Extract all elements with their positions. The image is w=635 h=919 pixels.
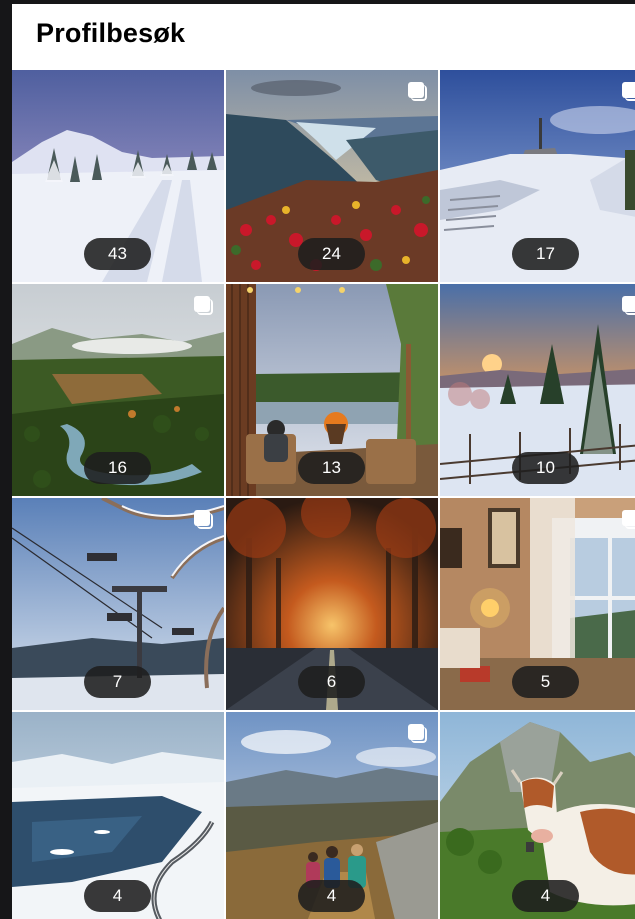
multiple-photos-icon xyxy=(622,510,635,530)
multiple-photos-icon xyxy=(194,296,214,316)
visit-count-badge: 10 xyxy=(512,452,579,484)
visit-count-badge: 6 xyxy=(298,666,365,698)
post-tile[interactable]: 6 xyxy=(226,498,438,710)
visit-count-badge: 13 xyxy=(298,452,365,484)
multiple-photos-icon xyxy=(408,82,428,102)
post-tile[interactable]: 4 xyxy=(226,712,438,919)
post-tile[interactable]: 24 xyxy=(226,70,438,282)
visit-count-badge: 7 xyxy=(84,666,151,698)
visit-count-badge: 4 xyxy=(512,880,579,912)
multiple-photos-icon xyxy=(194,510,214,530)
post-tile[interactable]: 4 xyxy=(440,712,635,919)
profile-visits-page: Profilbesøk 43 24 17 16 13 10 7 6 5 4 4 … xyxy=(12,4,635,919)
multiple-photos-icon xyxy=(408,724,428,744)
post-tile[interactable]: 10 xyxy=(440,284,635,496)
post-tile[interactable]: 5 xyxy=(440,498,635,710)
post-tile[interactable]: 16 xyxy=(12,284,224,496)
visit-count-badge: 4 xyxy=(298,880,365,912)
page-title: Profilbesøk xyxy=(36,18,186,48)
visit-count-badge: 4 xyxy=(84,880,151,912)
post-tile[interactable]: 7 xyxy=(12,498,224,710)
post-tile[interactable]: 43 xyxy=(12,70,224,282)
multiple-photos-icon xyxy=(622,296,635,316)
visit-count-badge: 24 xyxy=(298,238,365,270)
visit-count-badge: 17 xyxy=(512,238,579,270)
visit-count-badge: 5 xyxy=(512,666,579,698)
multiple-photos-icon xyxy=(622,82,635,102)
visit-count-badge: 43 xyxy=(84,238,151,270)
post-tile[interactable]: 13 xyxy=(226,284,438,496)
visit-count-badge: 16 xyxy=(84,452,151,484)
post-tile[interactable]: 17 xyxy=(440,70,635,282)
post-tile[interactable]: 4 xyxy=(12,712,224,919)
header: Profilbesøk xyxy=(12,4,635,70)
